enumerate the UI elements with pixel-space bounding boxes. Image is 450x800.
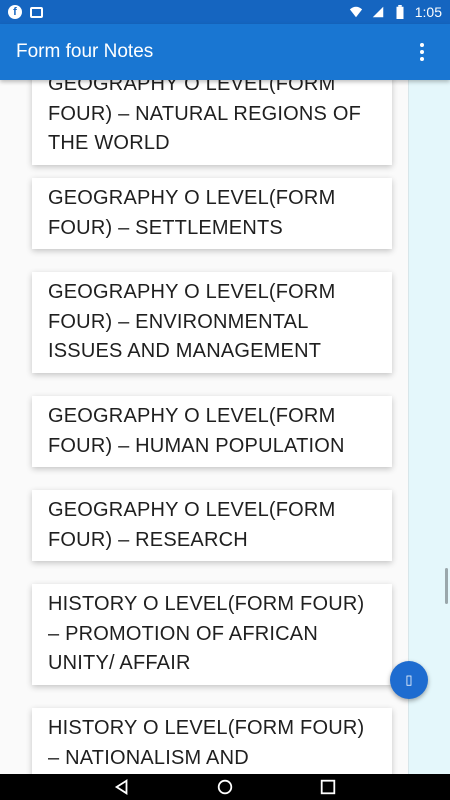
note-card[interactable]: GEOGRAPHY O LEVEL(FORM FOUR) – SETTLEMEN… [32,178,392,249]
note-card[interactable]: GEOGRAPHY O LEVEL(FORM FOUR) – ENVIRONME… [32,272,392,373]
more-vert-icon [420,43,424,47]
status-bar: f 1:05 [0,0,450,24]
note-card[interactable]: GEOGRAPHY O LEVEL(FORM FOUR) – HUMAN POP… [32,396,392,467]
more-vert-icon-dot [420,50,424,54]
note-title: GEOGRAPHY O LEVEL(FORM FOUR) – NATURAL R… [48,80,362,154]
signal-icon [372,6,383,18]
note-card[interactable]: GEOGRAPHY O LEVEL(FORM FOUR) – NATURAL R… [32,80,392,165]
note-card[interactable]: GEOGRAPHY O LEVEL(FORM FOUR) – RESEARCH [32,490,392,561]
recents-button[interactable] [317,776,339,798]
back-icon [114,779,128,795]
app-bar: Form four Notes [0,24,450,80]
left-margin [0,80,20,774]
floating-action-button[interactable]: ▯ [390,661,428,699]
more-options-button[interactable] [410,32,434,72]
home-button[interactable] [214,776,236,798]
note-card[interactable]: HISTORY O LEVEL(FORM FOUR) – PROMOTION O… [32,584,392,685]
action-icon: ▯ [405,672,413,687]
note-title: HISTORY O LEVEL(FORM FOUR) – PROMOTION O… [48,593,365,674]
more-vert-icon-dot [420,57,424,61]
home-icon [217,779,233,795]
note-title: GEOGRAPHY O LEVEL(FORM FOUR) – SETTLEMEN… [48,187,336,239]
note-title: GEOGRAPHY O LEVEL(FORM FOUR) – ENVIRONME… [48,281,336,362]
back-button[interactable] [111,776,133,798]
note-title: HISTORY O LEVEL(FORM FOUR) – NATIONALISM… [48,717,365,769]
scrollbar-thumb[interactable] [445,568,448,604]
content-area: GEOGRAPHY O LEVEL(FORM FOUR) – NATURAL R… [0,80,450,774]
status-time: 1:05 [414,4,442,20]
image-icon [30,6,43,18]
notes-list[interactable]: GEOGRAPHY O LEVEL(FORM FOUR) – NATURAL R… [18,80,408,774]
wifi-icon [349,6,362,18]
navigation-bar [0,774,450,800]
note-card[interactable]: HISTORY O LEVEL(FORM FOUR) – NATIONALISM… [32,708,392,774]
note-title: GEOGRAPHY O LEVEL(FORM FOUR) – RESEARCH [48,499,336,551]
app-title: Form four Notes [16,41,154,62]
note-title: GEOGRAPHY O LEVEL(FORM FOUR) – HUMAN POP… [48,405,345,457]
battery-icon [396,5,404,19]
recents-icon [321,779,336,795]
facebook-icon: f [8,5,22,19]
